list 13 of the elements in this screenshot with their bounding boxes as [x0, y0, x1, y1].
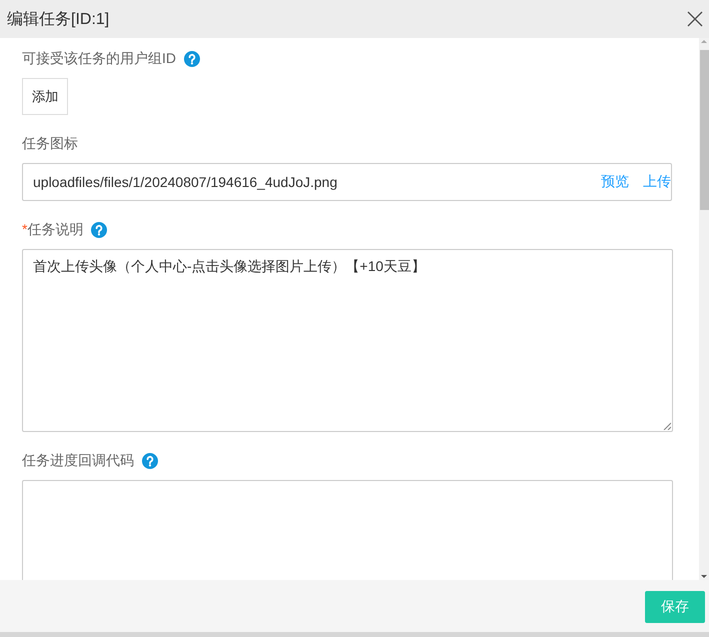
resize-grip-icon[interactable]: [663, 422, 671, 430]
help-icon[interactable]: [142, 453, 158, 469]
description-textarea[interactable]: 首次上传头像（个人中心-点击头像选择图片上传）【+10天豆】: [22, 249, 673, 432]
help-icon[interactable]: [184, 51, 200, 67]
close-icon[interactable]: [687, 11, 703, 27]
field-label: 任务进度回调代码: [22, 452, 134, 470]
field-label: 任务图标: [22, 135, 78, 153]
dialog-title: 编辑任务[ID:1]: [7, 10, 110, 30]
help-icon[interactable]: [91, 222, 108, 238]
add-button[interactable]: 添加: [22, 78, 68, 115]
field-label: 可接受该任务的用户组ID: [22, 50, 176, 68]
scrollbar[interactable]: [699, 38, 709, 580]
field-label: *任务说明: [22, 221, 84, 239]
